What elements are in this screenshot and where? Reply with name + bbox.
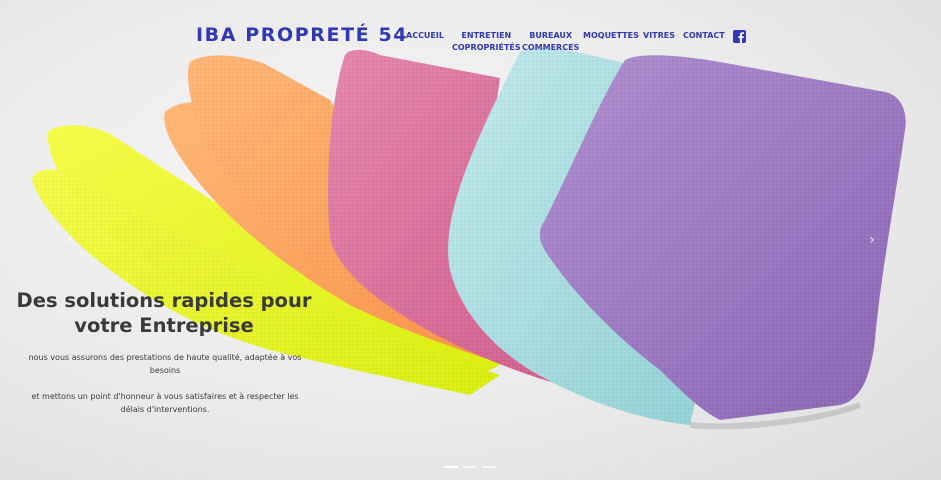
nav-item-vitres[interactable]: VITRES xyxy=(643,30,675,42)
nav-label: MOQUETTES xyxy=(583,31,639,40)
nav-label: VITRES xyxy=(643,31,676,40)
nav-item-contact[interactable]: CONTACT xyxy=(683,30,725,42)
hero-paragraph-line: et mettons un point d'honneur à vous sat… xyxy=(31,392,299,401)
nav-label: ACCUEIL xyxy=(406,31,444,40)
nav-item-accueil[interactable]: ACCUEIL xyxy=(406,30,444,42)
nav-label-line2: COMMERCES xyxy=(522,42,580,52)
nav-item-moquettes[interactable]: MOQUETTES xyxy=(583,30,639,42)
hero-paragraph-quality: nous vous assurons des prestations de ha… xyxy=(20,351,310,377)
nav-item-bureaux-commerces[interactable]: BUREAUX COMMERCES xyxy=(522,30,579,53)
nav-label: CONTACT xyxy=(683,31,725,40)
nav-label: BUREAUX xyxy=(529,31,573,40)
hero-paragraph-line: nous vous assurons des prestations de ha… xyxy=(28,353,302,362)
slide-dot-3[interactable] xyxy=(482,466,496,468)
hero-paragraph-line: délais d'interventions. xyxy=(120,405,210,414)
hero-paragraph-deadlines: et mettons un point d'honneur à vous sat… xyxy=(20,390,310,416)
nav-item-entretien-coproprietes[interactable]: ENTRETIEN COPROPRIÉTÉS xyxy=(452,30,521,53)
slide-dot-1[interactable] xyxy=(444,466,458,468)
site-logo[interactable]: IBA PROPRETÉ 54 xyxy=(196,24,408,46)
nav-label-line2: COPROPRIÉTÉS xyxy=(452,42,521,52)
hero-headline-line1: Des solutions rapides pour xyxy=(16,289,312,312)
nav-label: ENTRETIEN xyxy=(461,31,512,40)
hero-paragraph-line: besoins xyxy=(149,366,181,375)
hero-headline: Des solutions rapides pour votre Entrepr… xyxy=(14,288,314,338)
next-slide-arrow-icon[interactable]: › xyxy=(866,232,878,248)
hero-headline-line2: votre Entreprise xyxy=(74,314,254,337)
prev-slide-arrow-icon[interactable]: ‹ xyxy=(64,232,76,248)
facebook-icon[interactable] xyxy=(733,30,746,43)
slide-dot-2[interactable] xyxy=(463,466,477,468)
